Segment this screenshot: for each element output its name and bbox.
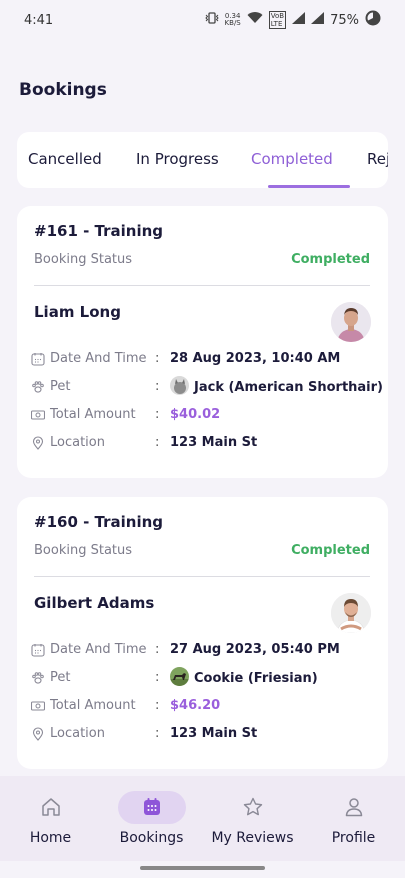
pet-row: Pet : Cookie (Friesian) — [31, 667, 376, 689]
booking-status-value: Completed — [291, 252, 370, 267]
separator: : — [155, 435, 160, 450]
booking-status-label: Booking Status — [34, 252, 133, 267]
separator: : — [155, 670, 160, 685]
divider — [34, 285, 370, 286]
battery-percent: 75% — [330, 12, 359, 28]
booking-card[interactable]: #160 - Training Booking Status Completed… — [17, 497, 388, 769]
separator: : — [155, 726, 160, 741]
location-label: Location — [50, 435, 105, 450]
calendar-icon — [31, 352, 45, 366]
person-icon — [343, 796, 365, 818]
location-pin-icon — [31, 436, 45, 450]
pet-value-wrap: Cookie (Friesian) — [170, 667, 318, 686]
battery-icon — [365, 10, 381, 30]
vibrate-icon — [204, 12, 219, 28]
separator: : — [155, 407, 160, 422]
pet-name: Cookie (Friesian) — [194, 670, 318, 686]
status-bar: 4:41 0.34 KB/S VoB LTE 75% — [0, 0, 405, 40]
nav-profile[interactable]: Profile — [303, 776, 404, 861]
cash-icon — [30, 408, 46, 422]
date-value: 28 Aug 2023, 10:40 AM — [170, 351, 341, 366]
date-label: Date And Time — [50, 642, 147, 657]
booking-tabs: Cancelled In Progress Completed Rej — [17, 132, 388, 188]
nav-bookings[interactable]: Bookings — [101, 776, 202, 861]
clock: 4:41 — [24, 12, 54, 28]
separator: : — [155, 351, 160, 366]
amount-label: Total Amount — [50, 407, 136, 422]
volte-top: VoB — [270, 12, 285, 20]
tab-rejected[interactable]: Rej — [367, 150, 388, 168]
amount-row: Total Amount : $40.02 — [30, 406, 376, 426]
nav-bookings-label: Bookings — [119, 830, 184, 846]
nav-my-reviews-label: My Reviews — [211, 830, 294, 846]
date-row: Date And Time : 28 Aug 2023, 10:40 AM — [31, 350, 376, 370]
calendar-icon — [31, 643, 45, 657]
pet-name: Jack (American Shorthair) — [194, 379, 383, 395]
booking-status-label: Booking Status — [34, 543, 133, 558]
avatar — [331, 302, 371, 342]
location-value: 123 Main St — [170, 726, 258, 741]
divider — [34, 576, 370, 577]
tab-in-progress[interactable]: In Progress — [136, 150, 219, 168]
home-indicator[interactable] — [140, 866, 265, 870]
paw-icon — [31, 671, 45, 685]
wifi-icon — [247, 12, 263, 28]
bottom-navigation: Home Bookings My Reviews Profile — [0, 776, 405, 861]
status-icons: 0.34 KB/S VoB LTE 75% — [204, 10, 381, 30]
volte-bottom: LTE — [270, 20, 283, 28]
pet-label: Pet — [50, 379, 71, 394]
signal-icon-2 — [311, 12, 325, 28]
cash-icon — [30, 699, 46, 713]
page-title: Bookings — [19, 80, 107, 100]
customer-name: Gilbert Adams — [34, 594, 155, 612]
amount-value: $40.02 — [170, 407, 221, 422]
tab-cancelled[interactable]: Cancelled — [28, 150, 102, 168]
separator: : — [155, 379, 160, 394]
separator: : — [155, 698, 160, 713]
location-value: 123 Main St — [170, 435, 258, 450]
avatar — [331, 593, 371, 633]
separator: : — [155, 642, 160, 657]
amount-row: Total Amount : $46.20 — [30, 697, 376, 717]
network-speed-unit: KB/S — [224, 19, 241, 27]
location-pin-icon — [31, 727, 45, 741]
booking-title: #160 - Training — [34, 513, 164, 531]
nav-home-label: Home — [29, 830, 72, 846]
active-tab-indicator — [268, 185, 350, 188]
amount-label: Total Amount — [50, 698, 136, 713]
pet-thumbnail — [170, 667, 189, 686]
home-icon — [40, 796, 62, 818]
network-speed: 0.34 KB/S — [225, 13, 241, 27]
paw-icon — [31, 380, 45, 394]
booking-title: #161 - Training — [34, 222, 164, 240]
nav-my-reviews[interactable]: My Reviews — [202, 776, 303, 861]
pet-label: Pet — [50, 670, 71, 685]
pet-row: Pet : Jack (American Shorthair) — [31, 376, 383, 398]
date-row: Date And Time : 27 Aug 2023, 05:40 PM — [31, 641, 376, 661]
location-row: Location : 123 Main St — [31, 725, 376, 745]
nav-home[interactable]: Home — [0, 776, 101, 861]
star-icon — [242, 796, 264, 818]
location-row: Location : 123 Main St — [31, 434, 376, 454]
pet-value-wrap: Jack (American Shorthair) — [170, 376, 383, 395]
location-label: Location — [50, 726, 105, 741]
date-label: Date And Time — [50, 351, 147, 366]
nav-profile-label: Profile — [331, 830, 376, 846]
amount-value: $46.20 — [170, 698, 221, 713]
booking-card[interactable]: #161 - Training Booking Status Completed… — [17, 206, 388, 478]
tab-completed[interactable]: Completed — [251, 150, 333, 168]
customer-name: Liam Long — [34, 303, 121, 321]
pet-thumbnail — [170, 376, 189, 395]
date-value: 27 Aug 2023, 05:40 PM — [170, 642, 340, 657]
signal-icon-1 — [292, 12, 306, 28]
calendar-icon — [141, 796, 163, 818]
booking-status-value: Completed — [291, 543, 370, 558]
volte-badge: VoB LTE — [268, 11, 287, 29]
